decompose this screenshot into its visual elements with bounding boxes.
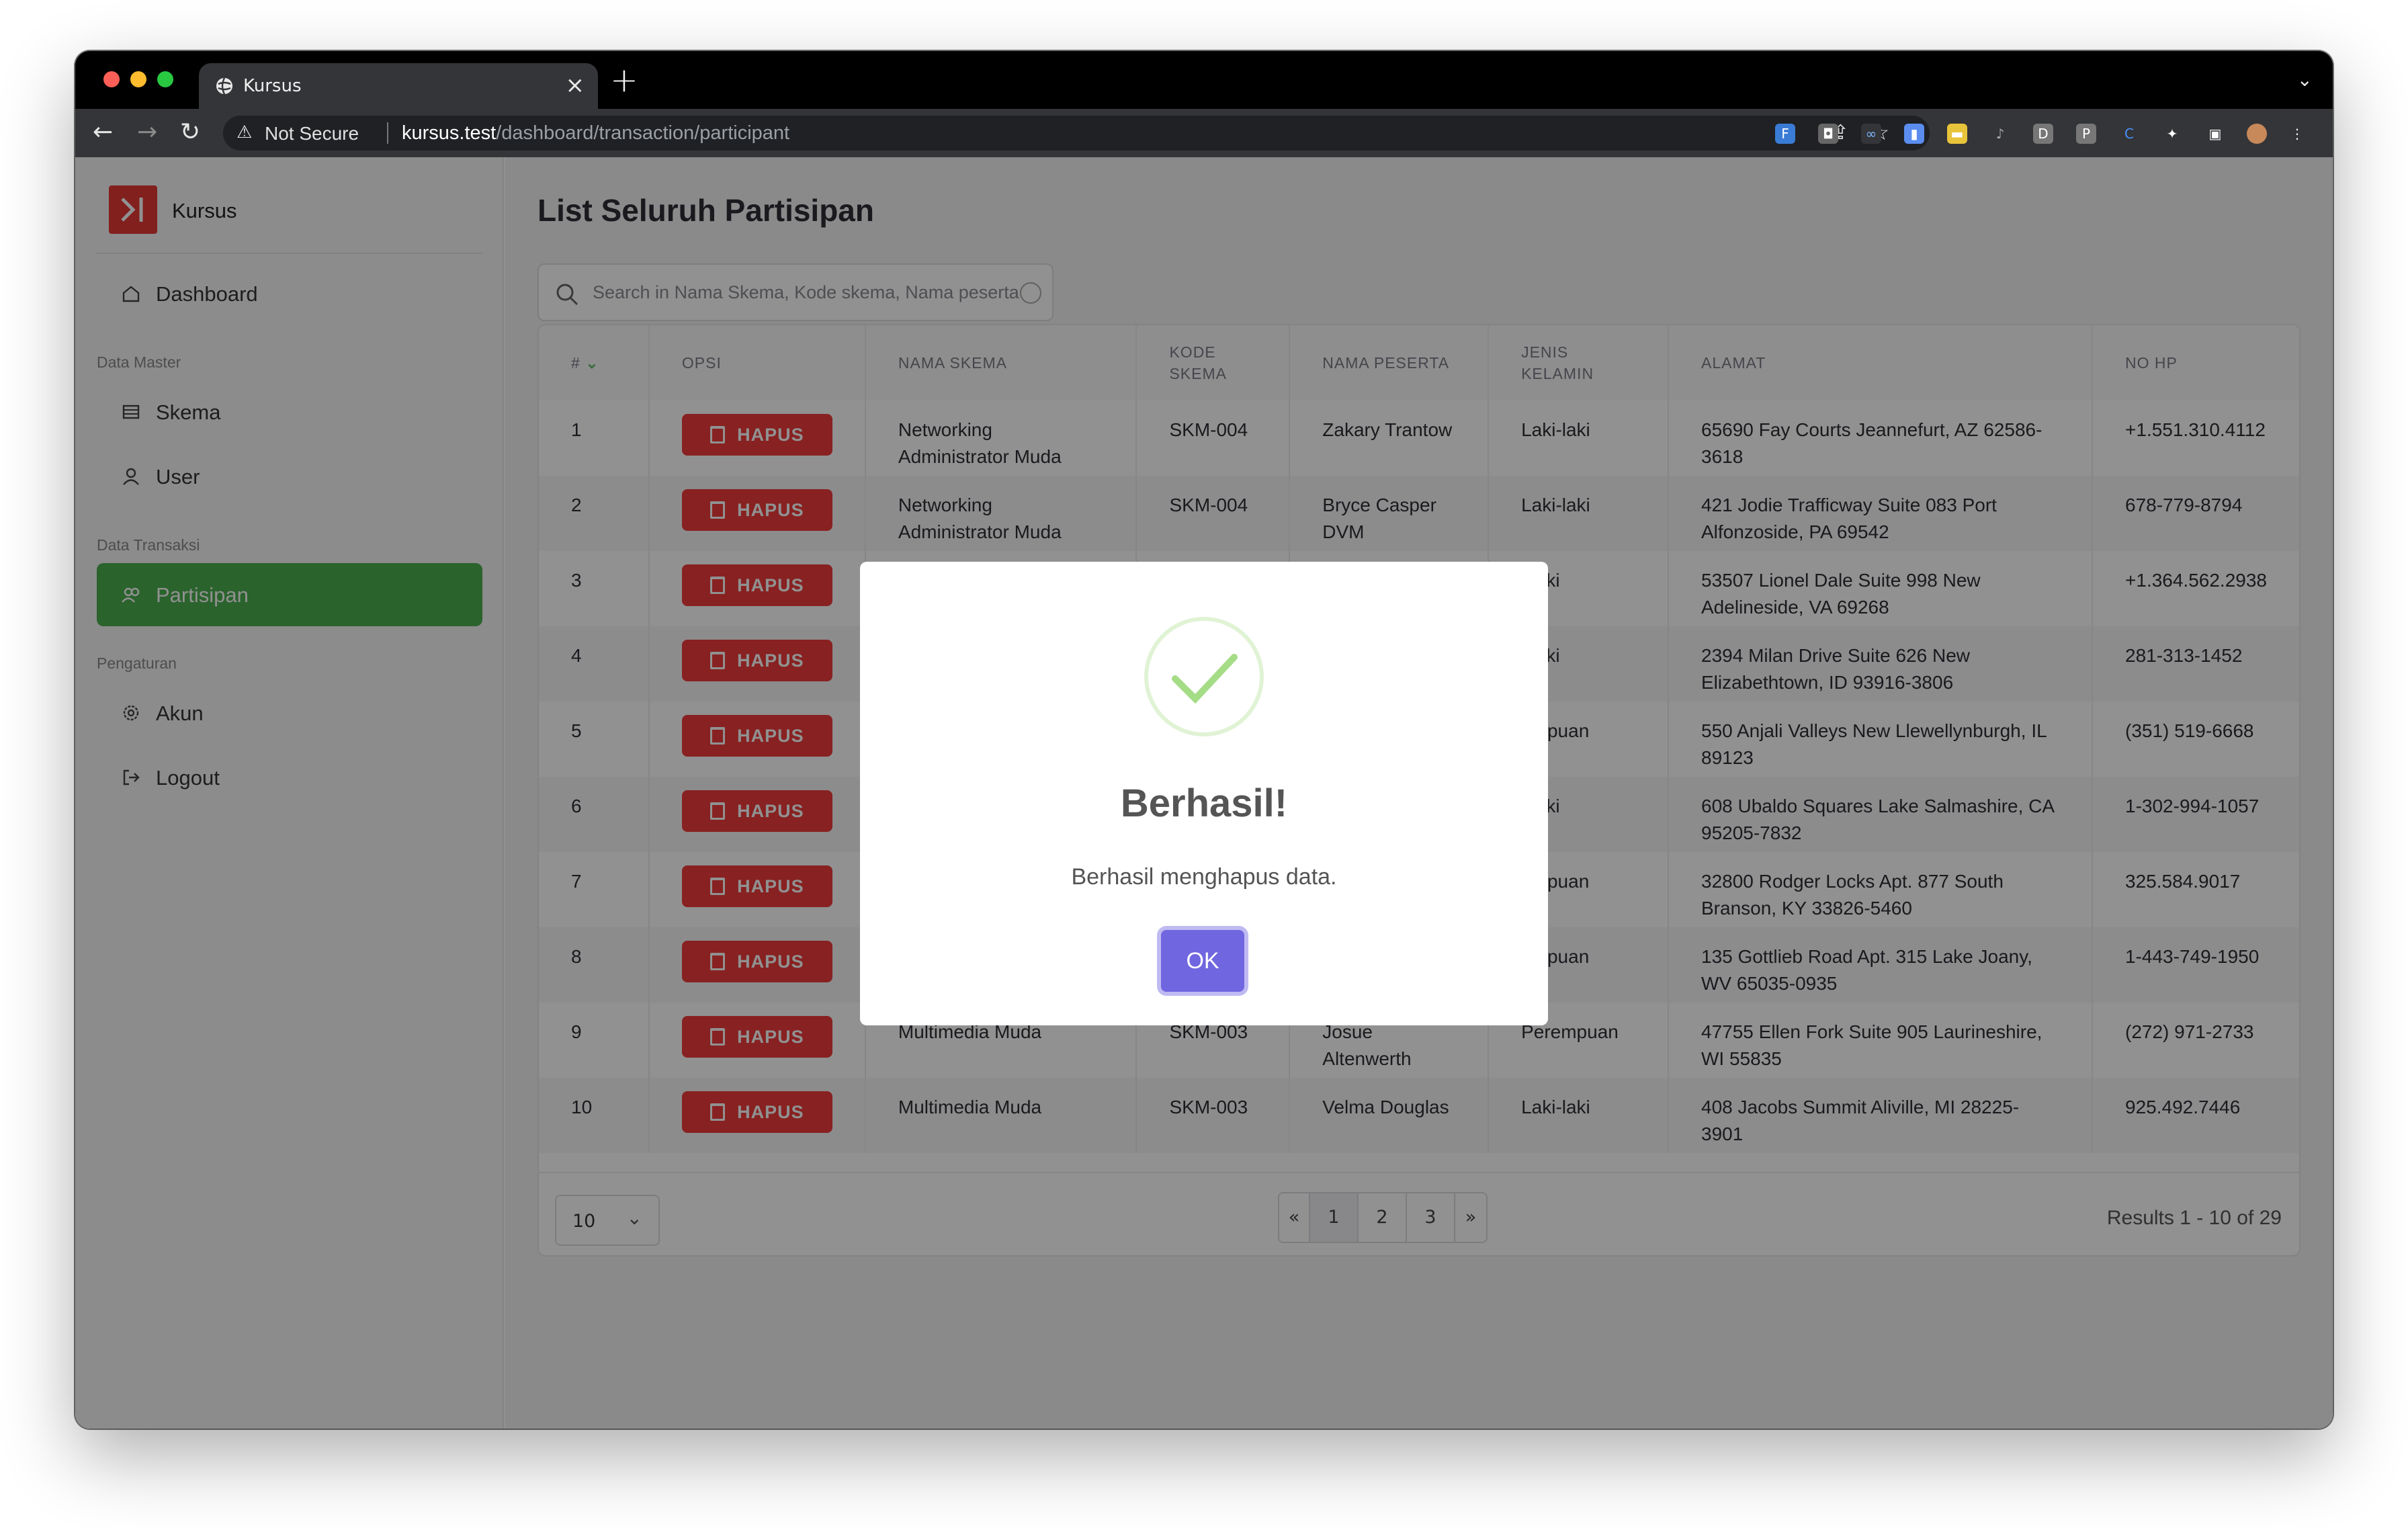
- forward-icon[interactable]: →: [137, 118, 157, 146]
- close-window-button[interactable]: [103, 71, 120, 87]
- browser-tab[interactable]: Kursus ×: [199, 63, 598, 109]
- separator: [387, 122, 388, 144]
- back-icon[interactable]: ←: [93, 118, 113, 146]
- puzzle-icon[interactable]: ✦: [2162, 124, 2182, 144]
- close-tab-icon[interactable]: ×: [566, 72, 585, 99]
- more-menu-icon[interactable]: ⋮: [2287, 124, 2307, 144]
- security-label: Not Secure: [265, 123, 359, 144]
- extension-icon[interactable]: ▬: [1947, 124, 1967, 144]
- avatar[interactable]: [2247, 124, 2267, 144]
- success-check-icon: [1144, 617, 1264, 736]
- tab-strip: Kursus × + ⌄: [75, 51, 2333, 109]
- ok-button[interactable]: OK: [1161, 930, 1244, 992]
- extension-icon[interactable]: P: [2076, 124, 2096, 144]
- extension-icon[interactable]: C: [2119, 124, 2139, 144]
- dialog-title: Berhasil!: [1120, 781, 1288, 825]
- tab-title: Kursus: [243, 76, 302, 96]
- extension-icon[interactable]: ▮: [1904, 124, 1924, 144]
- page-viewport: Kursus Dashboard Data Master Skema User …: [75, 157, 2333, 1429]
- camera-icon[interactable]: ◘: [1818, 124, 1838, 144]
- url-text[interactable]: kursus.test/dashboard/transaction/partic…: [402, 122, 789, 144]
- chevron-down-icon[interactable]: ⌄: [2297, 69, 2313, 91]
- dialog-message: Berhasil menghapus data.: [1071, 864, 1337, 890]
- success-dialog: Berhasil! Berhasil menghapus data. OK: [860, 562, 1548, 1025]
- warning-icon: ⚠: [236, 122, 253, 142]
- minimize-window-button[interactable]: [130, 71, 146, 87]
- address-bar[interactable]: ⚠ Not Secure kursus.test/dashboard/trans…: [223, 116, 1930, 151]
- browser-toolbar: ← → ↻ ⚠ Not Secure kursus.test/dashboard…: [75, 109, 2333, 157]
- sidebar-panel-icon[interactable]: ▣: [2205, 124, 2225, 144]
- microphone-icon[interactable]: ♪: [1990, 124, 2010, 144]
- extension-icon[interactable]: D: [2033, 124, 2053, 144]
- url-path: /dashboard/transaction/participant: [496, 122, 790, 144]
- url-host: kursus.test: [402, 122, 497, 144]
- reload-icon[interactable]: ↻: [180, 118, 200, 146]
- extension-icon[interactable]: ∞: [1861, 124, 1881, 144]
- maximize-window-button[interactable]: [157, 71, 173, 87]
- extension-icon[interactable]: F: [1775, 124, 1795, 144]
- new-tab-button[interactable]: +: [610, 60, 638, 99]
- globe-icon: [216, 77, 232, 95]
- browser-window: Kursus × + ⌄ ← → ↻ ⚠ Not Secure kursus.t…: [75, 51, 2333, 1429]
